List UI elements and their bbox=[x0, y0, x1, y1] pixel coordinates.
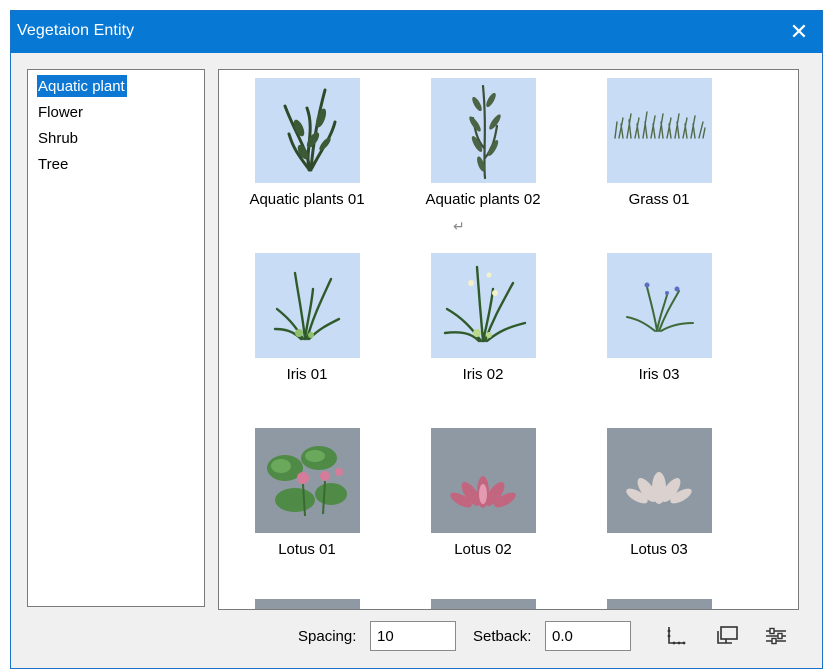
gallery-item-iris-02[interactable]: Iris 02 bbox=[403, 253, 563, 413]
partial-thumbnail bbox=[431, 599, 536, 609]
monitor-layout-button[interactable] bbox=[712, 621, 742, 651]
gallery-item-aquatic-plants-02[interactable]: Aquatic plants 02 bbox=[403, 78, 563, 238]
category-item-shrub[interactable]: Shrub bbox=[35, 127, 82, 153]
gallery-item-label: Lotus 01 bbox=[278, 541, 336, 558]
entity-gallery[interactable]: Aquatic plants 01 Aquatic plants 02 Gras… bbox=[218, 69, 799, 610]
gallery-item-label: Lotus 03 bbox=[630, 541, 688, 558]
lotus-thumbnail bbox=[255, 428, 360, 533]
category-item-flower[interactable]: Flower bbox=[35, 101, 87, 127]
setback-label: Setback: bbox=[473, 628, 532, 645]
close-icon: ✕ bbox=[789, 19, 809, 44]
close-button[interactable]: ✕ bbox=[776, 11, 822, 53]
setback-input[interactable] bbox=[545, 621, 631, 651]
gallery-item-label: Iris 03 bbox=[638, 366, 680, 383]
category-item-label: Flower bbox=[38, 104, 84, 121]
gallery-item-label: Aquatic plants 01 bbox=[249, 191, 365, 208]
spacing-input[interactable] bbox=[370, 621, 456, 651]
partial-thumbnail bbox=[607, 599, 712, 609]
vegetation-entity-dialog: Vegetaion Entity ✕ Aquatic plant Flower … bbox=[10, 10, 823, 669]
return-glyph: ↵ bbox=[453, 218, 465, 234]
category-item-label: Tree bbox=[38, 156, 69, 173]
category-item-aquatic-plant[interactable]: Aquatic plant bbox=[35, 75, 129, 101]
gallery-item-iris-01[interactable]: Iris 01 bbox=[227, 253, 387, 413]
gallery-item-label: Lotus 02 bbox=[454, 541, 512, 558]
lotus-thumbnail bbox=[431, 428, 536, 533]
spacing-label: Spacing: bbox=[298, 628, 357, 645]
grass-thumbnail bbox=[607, 78, 712, 183]
gallery-item-lotus-01[interactable]: Lotus 01 bbox=[227, 428, 387, 588]
partial-thumbnail bbox=[255, 599, 360, 609]
category-item-label: Aquatic plant bbox=[37, 75, 127, 97]
iris-thumbnail bbox=[607, 253, 712, 358]
gallery-item-lotus-02[interactable]: Lotus 02 bbox=[403, 428, 563, 588]
gallery-item-lotus-03[interactable]: Lotus 03 bbox=[579, 428, 739, 588]
aquatic-plant-thumbnail bbox=[431, 78, 536, 183]
category-list[interactable]: Aquatic plant Flower Shrub Tree bbox=[27, 69, 205, 607]
settings-sliders-icon bbox=[766, 627, 786, 645]
gallery-item-grass-01[interactable]: Grass 01 bbox=[579, 78, 739, 238]
iris-thumbnail bbox=[255, 253, 360, 358]
gallery-item-label: Aquatic plants 02 bbox=[425, 191, 541, 208]
category-item-tree[interactable]: Tree bbox=[35, 153, 72, 179]
lotus-thumbnail bbox=[607, 428, 712, 533]
placement-options-bar: Spacing: Setback: bbox=[11, 617, 822, 657]
gallery-item-label: Iris 02 bbox=[462, 366, 504, 383]
title-bar[interactable]: Vegetaion Entity ✕ bbox=[11, 11, 822, 53]
settings-sliders-button[interactable] bbox=[761, 621, 791, 651]
gallery-item-label: Grass 01 bbox=[628, 191, 690, 208]
gallery-item-label: Iris 01 bbox=[286, 366, 328, 383]
gallery-item-aquatic-plants-01[interactable]: Aquatic plants 01 bbox=[227, 78, 387, 238]
category-item-label: Shrub bbox=[38, 130, 79, 147]
monitor-layout-icon bbox=[717, 626, 738, 644]
point-layout-button[interactable] bbox=[661, 621, 691, 651]
aquatic-plant-thumbnail bbox=[255, 78, 360, 183]
gallery-item-iris-03[interactable]: Iris 03 bbox=[579, 253, 739, 413]
point-layout-icon bbox=[667, 627, 686, 645]
iris-thumbnail bbox=[431, 253, 536, 358]
window-title: Vegetaion Entity bbox=[17, 22, 135, 39]
